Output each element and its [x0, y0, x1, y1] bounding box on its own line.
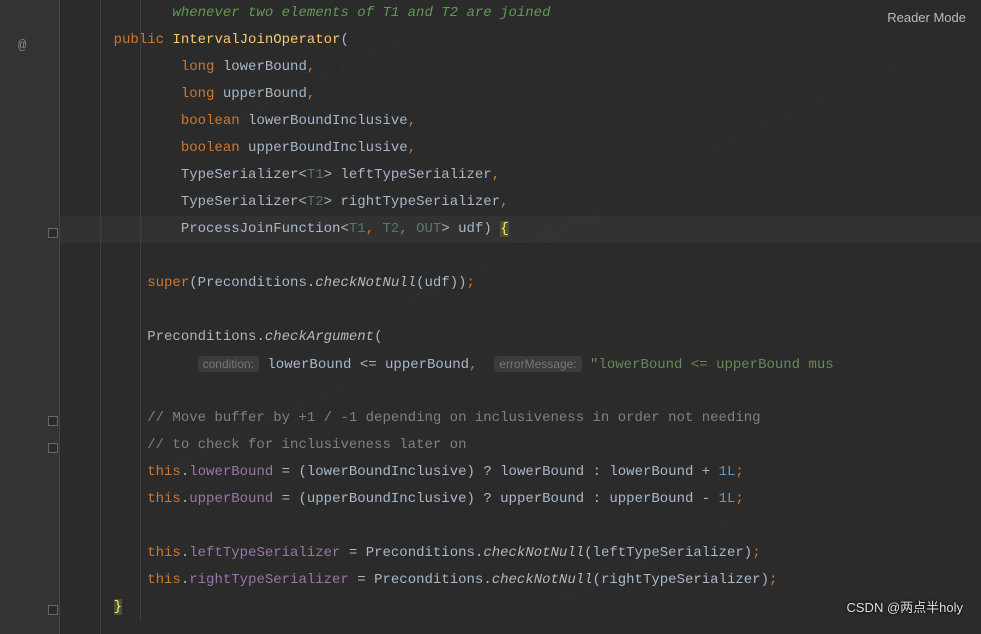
fold-toggle[interactable] [48, 443, 58, 453]
string-literal: "lowerBound <= upperBound mus [590, 357, 834, 373]
identifier: leftTypeSerializer [593, 545, 744, 561]
generic-type: T1 [307, 167, 324, 183]
fold-toggle[interactable] [48, 416, 58, 426]
code-line[interactable]: // to check for inclusiveness later on [60, 432, 981, 459]
identifier: lowerBound [609, 464, 693, 480]
keyword: boolean [181, 140, 240, 156]
param: udf [458, 221, 483, 237]
generic-type: T1 [349, 221, 366, 237]
comment: // to check for inclusiveness later on [147, 437, 466, 453]
generic-type: T2 [307, 194, 324, 210]
constructor-name: IntervalJoinOperator [172, 32, 340, 48]
param: upperBound [223, 86, 307, 102]
method-call: checkArgument [265, 329, 374, 345]
code-line[interactable]: // Move buffer by +1 / -1 depending on i… [60, 405, 981, 432]
code-line[interactable]: boolean lowerBoundInclusive, [60, 108, 981, 135]
identifier: upperBound [500, 491, 584, 507]
comment: // Move buffer by +1 / -1 depending on i… [147, 410, 760, 426]
editor-gutter: @ [0, 0, 60, 634]
code-line[interactable]: this.leftTypeSerializer = Preconditions.… [60, 540, 981, 567]
code-line[interactable]: condition: lowerBound <= upperBound, err… [60, 351, 981, 378]
javadoc-text: whenever two elements of T1 and T2 are j… [172, 5, 550, 21]
type: ProcessJoinFunction [181, 221, 341, 237]
identifier: upperBoundInclusive [307, 491, 467, 507]
code-line[interactable]: boolean upperBoundInclusive, [60, 135, 981, 162]
keyword: this [147, 491, 181, 507]
class-ref: Preconditions [374, 572, 483, 588]
identifier: rightTypeSerializer [601, 572, 761, 588]
field: rightTypeSerializer [189, 572, 349, 588]
code-line-current[interactable]: ProcessJoinFunction<T1, T2, OUT> udf) { [60, 216, 981, 243]
keyword: this [147, 572, 181, 588]
fold-toggle[interactable] [48, 605, 58, 615]
code-line[interactable]: this.lowerBound = (lowerBoundInclusive) … [60, 459, 981, 486]
param: lowerBoundInclusive [248, 113, 408, 129]
generic-type: T2 [383, 221, 400, 237]
keyword: long [181, 86, 215, 102]
code-line-blank[interactable] [60, 378, 981, 405]
identifier: upperBound [609, 491, 693, 507]
code-line-blank[interactable] [60, 243, 981, 270]
type: TypeSerializer [181, 194, 299, 210]
code-line[interactable]: whenever two elements of T1 and T2 are j… [60, 0, 981, 27]
keyword: this [147, 545, 181, 561]
keyword: this [147, 464, 181, 480]
code-line[interactable]: long lowerBound, [60, 54, 981, 81]
code-line[interactable]: public IntervalJoinOperator( [60, 27, 981, 54]
brace-highlight: { [500, 221, 508, 237]
code-line-blank[interactable] [60, 297, 981, 324]
identifier: udf [425, 275, 450, 291]
field: lowerBound [189, 464, 273, 480]
method-call: checkNotNull [492, 572, 593, 588]
inlay-hint: condition: [198, 356, 259, 372]
type: TypeSerializer [181, 167, 299, 183]
keyword: boolean [181, 113, 240, 129]
expression: lowerBound <= upperBound [267, 357, 469, 373]
param: upperBoundInclusive [248, 140, 408, 156]
number: 1L [719, 491, 736, 507]
method-call: checkNotNull [315, 275, 416, 291]
identifier: lowerBound [500, 464, 584, 480]
param: rightTypeSerializer [340, 194, 500, 210]
param: lowerBound [223, 59, 307, 75]
code-line[interactable]: long upperBound, [60, 81, 981, 108]
csdn-watermark: CSDN @两点半holy [847, 597, 964, 616]
generic-type: OUT [416, 221, 441, 237]
code-line[interactable]: } [60, 594, 981, 621]
class-ref: Preconditions [198, 275, 307, 291]
code-line[interactable]: TypeSerializer<T2> rightTypeSerializer, [60, 189, 981, 216]
field: leftTypeSerializer [189, 545, 340, 561]
class-ref: Preconditions [366, 545, 475, 561]
identifier: lowerBoundInclusive [307, 464, 467, 480]
code-line[interactable]: Preconditions.checkArgument( [60, 324, 981, 351]
annotation-icon: @ [18, 38, 26, 54]
number: 1L [719, 464, 736, 480]
param: leftTypeSerializer [340, 167, 491, 183]
code-line[interactable]: TypeSerializer<T1> leftTypeSerializer, [60, 162, 981, 189]
code-line[interactable]: this.rightTypeSerializer = Preconditions… [60, 567, 981, 594]
code-line[interactable]: super(Preconditions.checkNotNull(udf)); [60, 270, 981, 297]
keyword: long [181, 59, 215, 75]
class-ref: Preconditions [147, 329, 256, 345]
keyword: super [147, 275, 189, 291]
code-editor[interactable]: whenever two elements of T1 and T2 are j… [60, 0, 981, 621]
keyword: public [114, 32, 164, 48]
code-line-blank[interactable] [60, 513, 981, 540]
inlay-hint: errorMessage: [494, 356, 581, 372]
field: upperBound [189, 491, 273, 507]
code-line[interactable]: this.upperBound = (upperBoundInclusive) … [60, 486, 981, 513]
brace-highlight: } [114, 599, 122, 615]
method-call: checkNotNull [483, 545, 584, 561]
fold-toggle[interactable] [48, 228, 58, 238]
